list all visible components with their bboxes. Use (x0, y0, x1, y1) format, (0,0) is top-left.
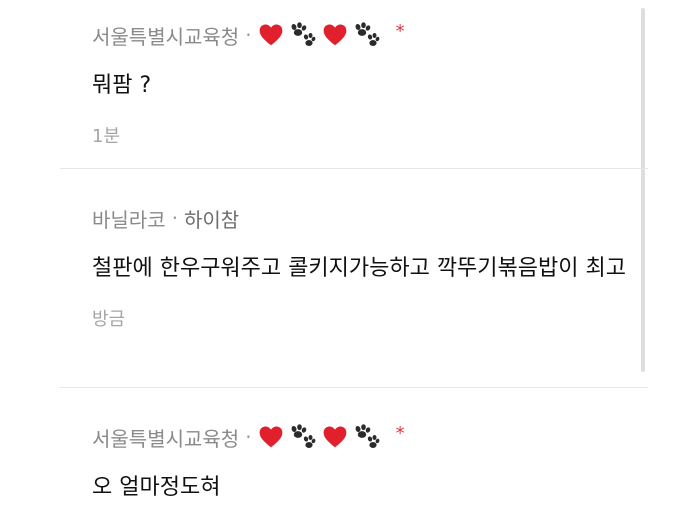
comment-meta: 서울특별시교육청 · * (92, 20, 648, 50)
author-name[interactable]: 바닐라코 (92, 204, 166, 233)
paw-icon (291, 22, 315, 46)
author-name[interactable]: 서울특별시교육청 (92, 21, 239, 50)
meta-separator: · (245, 425, 252, 449)
comment-time: 방금 (92, 309, 126, 330)
comment-meta: 바닐라코 · 하이참 (92, 203, 648, 233)
author-nickname: 하이참 (183, 207, 240, 232)
comment-time: 1분 (92, 126, 121, 147)
paw-icon (291, 424, 315, 448)
paw-icon (355, 424, 379, 448)
author-name[interactable]: 서울특별시교육청 (92, 423, 239, 452)
comment-item[interactable]: 바닐라코 · 하이참 철판에 한우구워주고 콜키지가능하고 깍뚜기볶음밥이 최고… (60, 169, 648, 387)
comment-thread-page: 서울특별시교육청 · * 뭐팜 ? 1분 바닐라코 · 하이참 철판에 한우구워… (0, 0, 676, 508)
comment-item[interactable]: 서울특별시교육청 · (60, 388, 648, 508)
comment-text: 철판에 한우구워주고 콜키지가능하고 깍뚜기볶음밥이 최고 (92, 256, 626, 281)
meta-separator: · (171, 206, 178, 230)
paw-icon (355, 22, 379, 46)
meta-separator: · (245, 23, 252, 47)
comment-text: 뭐팜 ? (92, 73, 152, 98)
heart-icon (259, 426, 282, 448)
comment-meta: 서울특별시교육청 · * (92, 422, 648, 452)
author-star-badge: * (395, 422, 405, 444)
heart-icon (323, 24, 346, 46)
heart-icon (259, 24, 282, 46)
comment-list: 서울특별시교육청 · * 뭐팜 ? 1분 바닐라코 · 하이참 철판에 한우구워… (60, 0, 648, 508)
comment-item[interactable]: 서울특별시교육청 · (60, 0, 648, 168)
comment-text: 오 얼마정도혀 (92, 475, 221, 500)
author-star-badge: * (395, 20, 405, 42)
heart-icon (323, 426, 346, 448)
